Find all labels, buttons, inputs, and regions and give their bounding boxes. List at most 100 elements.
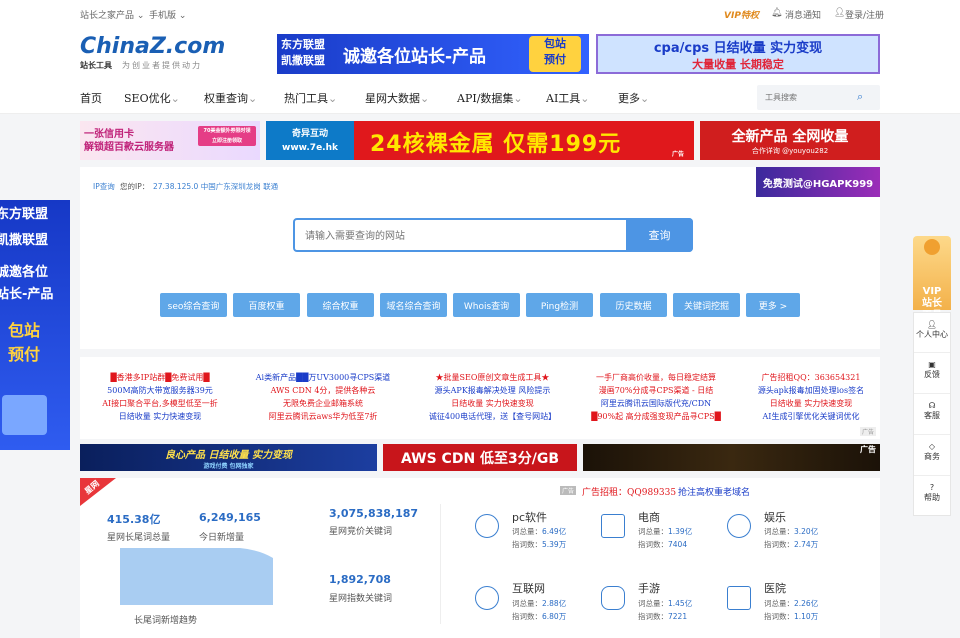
nav-more[interactable]: 更多⌄: [618, 90, 649, 106]
text-ad[interactable]: 广告招租QQ：363654321: [742, 371, 880, 384]
text-ad[interactable]: AI生成引擎优化关键词优化: [742, 410, 880, 423]
sidebar-label: 个人中心: [916, 330, 948, 339]
nav-bigdata[interactable]: 星网大数据⌄: [365, 90, 429, 106]
chevron-down-icon: ⌄: [170, 92, 180, 105]
left-float-line: 凯撒联盟: [0, 233, 49, 248]
text-ad[interactable]: 无限免费企业邮箱系统: [238, 397, 408, 410]
text-ad[interactable]: AI接口聚合平台,多模型低至一折: [80, 397, 240, 410]
diamond-icon: ◇: [928, 442, 936, 451]
text-ad[interactable]: █90%起 高分成强变现产品寻CPS█: [572, 410, 740, 423]
text-ad[interactable]: 源头apk报毒加固处理ios签名: [742, 384, 880, 397]
quick-history[interactable]: 历史数据: [600, 293, 667, 317]
left-float-ad[interactable]: 东方联盟 凯撒联盟 诚邀各位 站长-产品 包站 预付: [0, 200, 70, 450]
logo[interactable]: ChinaZ.com: [80, 34, 225, 59]
quick-combined-weight[interactable]: 综合权重: [307, 293, 374, 317]
banner-ad-7e-brand: 奇异互动 www.7e.hk: [266, 121, 354, 160]
header-ad-1-left: 东方联盟 凯撒联盟: [281, 38, 325, 67]
text-ad[interactable]: ★批量SEO原创文章生成工具★: [410, 371, 575, 384]
sidebar-help[interactable]: ? 帮助: [914, 476, 950, 516]
text-ad[interactable]: 阿里云腾讯云aws华为低至7折: [238, 410, 408, 423]
category-index: 指词数：7404: [638, 539, 687, 550]
category-index: 指词数：7221: [638, 611, 687, 622]
quick-ping[interactable]: Ping检测: [526, 293, 593, 317]
top-bar: 站长之家产品 ⌄ 手机版 ⌄ VIP特权 🔔︎ 消息通知 👤︎ 登录/注册: [0, 0, 960, 28]
quick-baidu-weight[interactable]: 百度权重: [233, 293, 300, 317]
nav-seo[interactable]: SEO优化⌄: [124, 90, 180, 106]
banner-ad-new-product-main: 全新产品 全网收量: [731, 128, 849, 145]
text-ad[interactable]: 日结收量 实力快速变现: [80, 410, 240, 423]
text-ad[interactable]: 阿里云腾讯云国际版代充/CDN: [572, 397, 740, 410]
text-ad-col-5: 广告招租QQ：363654321 源头apk报毒加固处理ios签名 日结收量 实…: [742, 371, 880, 423]
nav-ai-label: AI工具: [546, 92, 581, 105]
category-total-label: 词总量：: [764, 599, 794, 608]
sidebar-support[interactable]: ☊ 客服: [914, 394, 950, 435]
login-link[interactable]: 登录/注册: [845, 8, 884, 21]
category-total-label: 词总量：: [638, 599, 668, 608]
text-ad[interactable]: █香港多IP站群█免费试用█: [80, 371, 240, 384]
ip-value: 27.38.125.0 中国广东深圳龙岗 联通: [153, 182, 279, 191]
banner-ad-credit-main: 一张信用卡 解锁超百款云服务器: [84, 129, 174, 153]
banner-ad-7e[interactable]: 奇异互动 www.7e.hk 24核裸金属 仅需199元 广告: [266, 121, 694, 160]
text-ad[interactable]: AWS CDN 4分，提供各种云: [238, 384, 408, 397]
quick-domain[interactable]: 域名综合查询: [380, 293, 447, 317]
chevron-down-icon: ⌄: [420, 92, 430, 105]
nav-home[interactable]: 首页: [80, 90, 102, 106]
nav-hot-tools[interactable]: 热门工具⌄: [284, 90, 337, 106]
ip-query-link[interactable]: IP查询: [93, 181, 115, 192]
vip-link[interactable]: VIP特权: [724, 8, 759, 21]
sidebar-personal[interactable]: 👤︎ 个人中心: [914, 313, 950, 353]
quick-whois[interactable]: Whois查询: [453, 293, 520, 317]
nav-weight[interactable]: 权重查询⌄: [204, 90, 257, 106]
messages-link[interactable]: 消息通知: [785, 8, 821, 21]
quick-more[interactable]: 更多 >: [746, 293, 800, 317]
category-index: 指词数：1.10万: [764, 611, 818, 622]
sidebar-feedback[interactable]: ▣ 反馈: [914, 353, 950, 394]
tool-search-input[interactable]: [765, 90, 855, 105]
text-ad[interactable]: 源头APK报毒解决处理 风险提示: [410, 384, 575, 397]
search-icon[interactable]: ⌕: [857, 90, 863, 104]
text-ad-col-3: ★批量SEO原创文章生成工具★ 源头APK报毒解决处理 风险提示 日结收量 实力…: [410, 371, 575, 423]
stat-new-label: 今日新增量: [199, 533, 245, 543]
user-icon[interactable]: 👤︎: [834, 8, 845, 18]
products-label: 站长之家产品: [80, 11, 135, 21]
text-ad[interactable]: 日结收量 实力快速变现: [410, 397, 575, 410]
category-total-value: 6.49亿: [542, 527, 567, 536]
bell-icon[interactable]: 🔔︎: [771, 8, 782, 18]
banner-ad-new-product[interactable]: 全新产品 全网收量 合作详询 @youyou282: [700, 121, 880, 160]
header-ad-1-main: 诚邀各位站长-产品: [343, 47, 487, 67]
text-ad[interactable]: Ai类新产品██万UV3000寻CPS渠道: [238, 371, 408, 384]
nav-api[interactable]: API/数据集⌄: [457, 90, 523, 106]
ip-ad[interactable]: 免费测试@HGAPK999: [756, 167, 880, 197]
rent-ad-text[interactable]: 广告招租：QQ989335: [582, 485, 676, 498]
main-search-input[interactable]: [305, 228, 605, 244]
header-ad-2[interactable]: cpa/cps 日结收量 实力变现 大量收量 长期稳定: [596, 34, 880, 74]
category-index-label: 指词数：: [512, 540, 542, 549]
rent-ad-link[interactable]: 抢注高权重老域名: [678, 485, 750, 498]
products-menu[interactable]: 站长之家产品 ⌄: [80, 8, 144, 21]
sidebar-business[interactable]: ◇ 商务: [914, 435, 950, 476]
text-ad[interactable]: 一手厂商高价收量，每日稳定结算: [572, 371, 740, 384]
mobile-menu[interactable]: 手机版 ⌄: [149, 8, 186, 21]
category-index: 指词数：2.74万: [764, 539, 818, 550]
nav-seo-label: SEO优化: [124, 92, 171, 105]
vip-tools-button[interactable]: VIP 站长 工具: [913, 236, 951, 321]
wide-ad-aws[interactable]: AWS CDN 低至3分/GB: [383, 444, 577, 471]
text-ad[interactable]: 日结收量 实力快速变现: [742, 397, 880, 410]
stat-total: 415.38亿: [107, 513, 161, 526]
text-ad[interactable]: 诚征400电话代理，送【查号网站】: [410, 410, 575, 423]
search-button[interactable]: 查询: [626, 218, 693, 252]
wide-ad-1[interactable]: 良心产品 日结收量 实力变现 游戏付费 包网独家: [80, 444, 377, 471]
text-ad[interactable]: 500M高防大带宽服务器39元: [80, 384, 240, 397]
quick-keywords[interactable]: 关键词挖掘: [673, 293, 740, 317]
wide-ad-3[interactable]: 广告: [583, 444, 880, 471]
banner-ad-new-product-sub: 合作详询 @youyou282: [751, 146, 829, 155]
tool-search-box[interactable]: ⌕: [757, 85, 880, 110]
header-ad-1[interactable]: 东方联盟 凯撒联盟 诚邀各位站长-产品 包站 预付: [277, 34, 589, 74]
text-ad[interactable]: 漫画70%分成寻CPS渠道 - 日结: [572, 384, 740, 397]
quick-seo[interactable]: seo综合查询: [160, 293, 227, 317]
text-ads-panel: █香港多IP站群█免费试用█ 500M高防大带宽服务器39元 AI接口聚合平台,…: [80, 357, 880, 439]
banner-ad-credit[interactable]: 一张信用卡 解锁超百款云服务器 70美金额外券限时领 立即注册领取: [80, 121, 260, 160]
nav-ai[interactable]: AI工具⌄: [546, 90, 590, 106]
header-ad-2-line1: cpa/cps 日结收量 实力变现: [653, 40, 823, 56]
left-float-line: 预付: [8, 345, 41, 364]
